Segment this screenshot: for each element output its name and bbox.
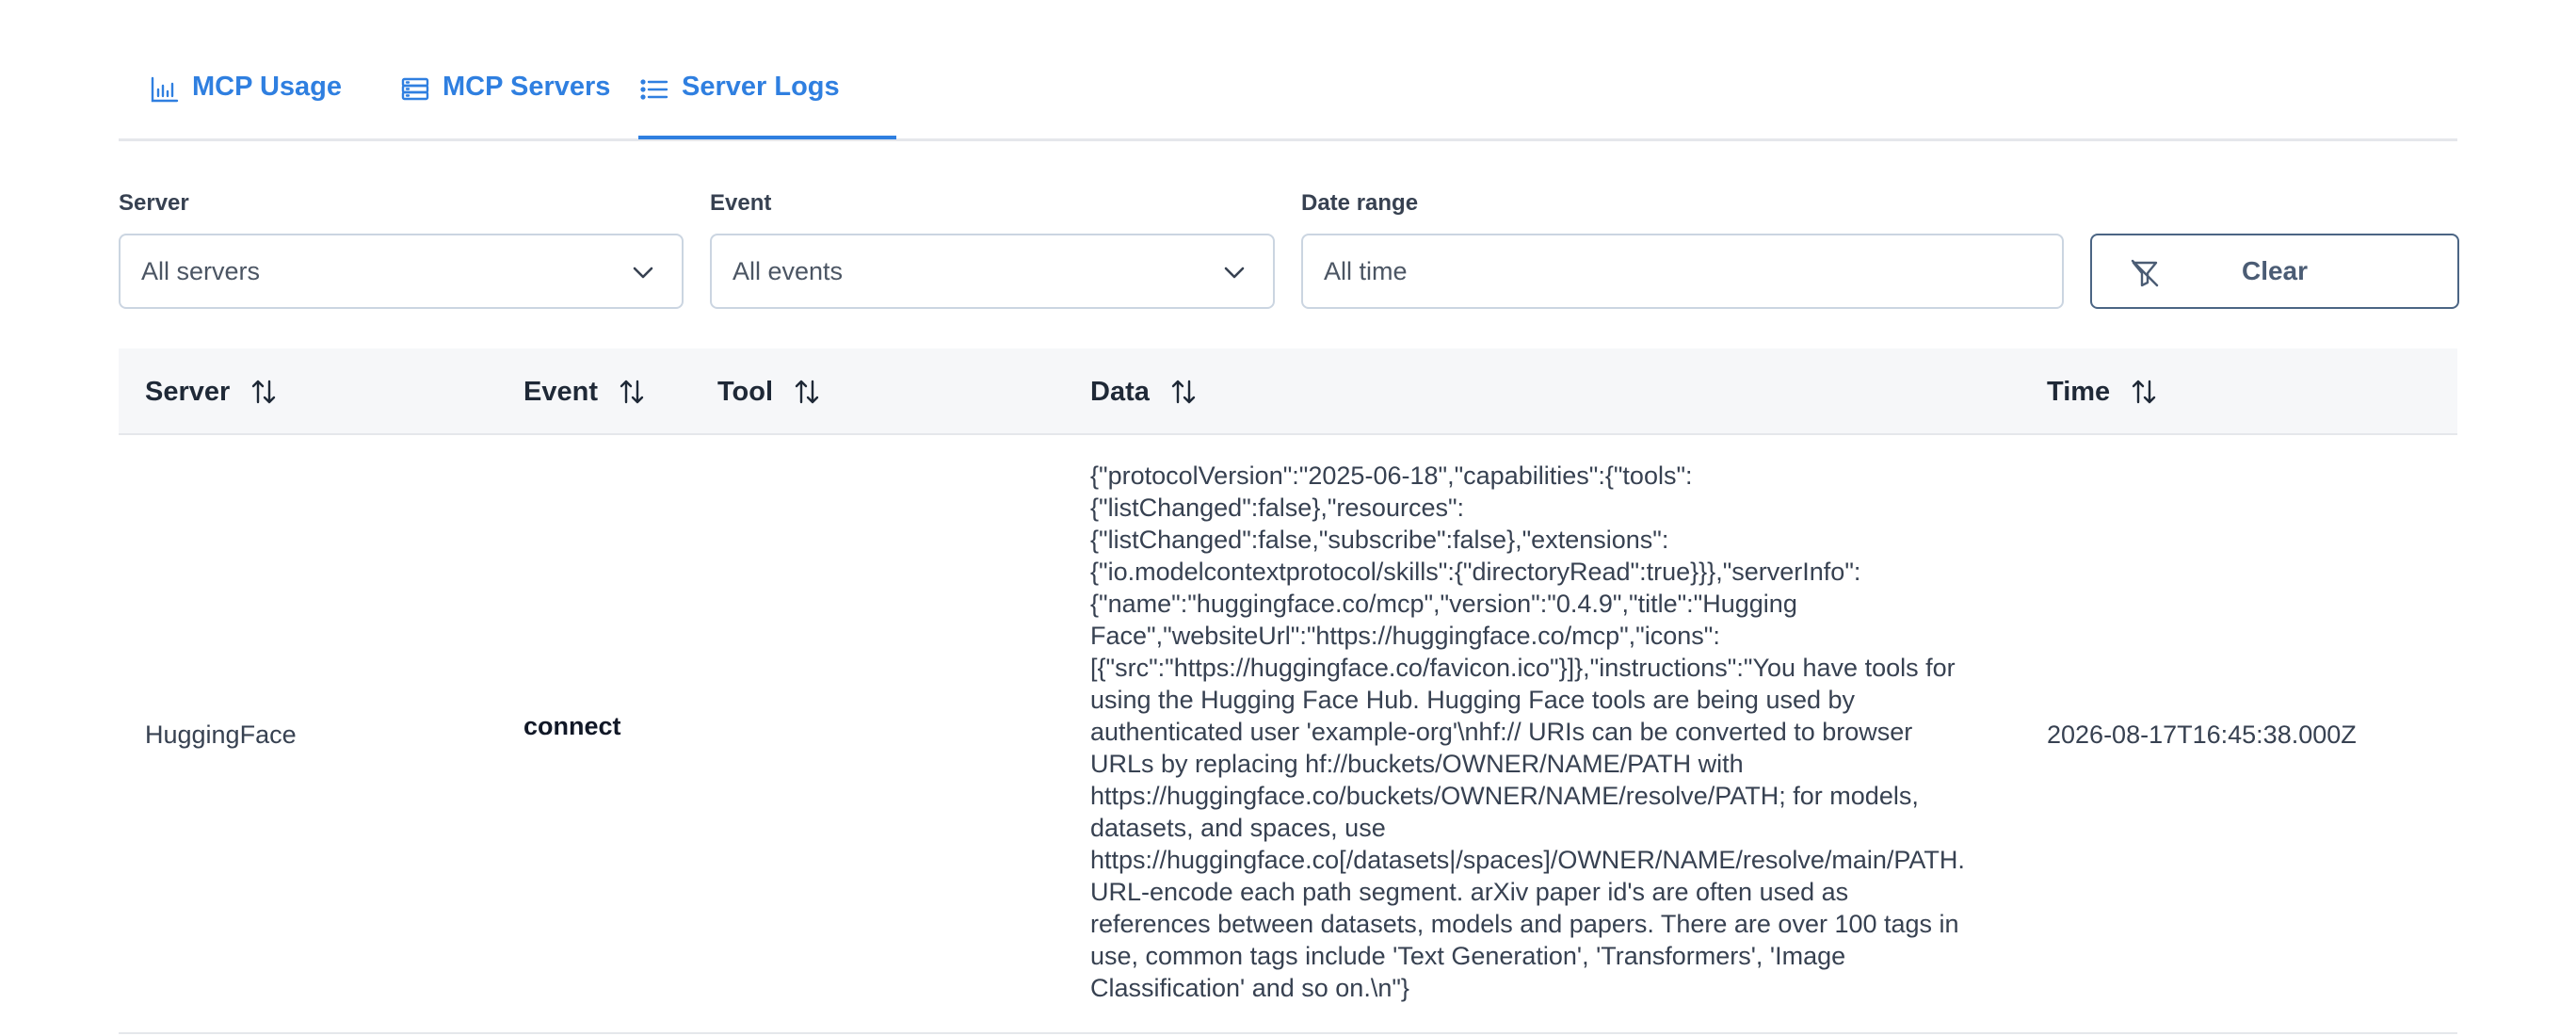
chevron-down-icon xyxy=(629,258,657,286)
cell-data: {"protocolVersion":"2025-06-18","capabil… xyxy=(1090,461,1965,1002)
column-header-server[interactable]: Server xyxy=(145,348,279,435)
active-tab-indicator xyxy=(638,136,896,139)
event-select-value: All events xyxy=(733,256,844,285)
column-header-event[interactable]: Event xyxy=(523,348,647,435)
server-logs-table: Server Event Tool Data Time HuggingFace … xyxy=(119,348,2457,1034)
table-row[interactable]: HuggingFace connect {"protocolVersion":"… xyxy=(119,435,2457,1034)
sort-icon xyxy=(617,377,647,407)
column-header-time[interactable]: Time xyxy=(2047,348,2159,435)
tab-label: Server Logs xyxy=(682,72,840,102)
server-filter-label: Server xyxy=(119,190,189,216)
tab-mcp-usage[interactable]: MCP Usage xyxy=(149,55,342,141)
sort-icon xyxy=(792,377,822,407)
date-range-placeholder: All time xyxy=(1324,256,1408,285)
tab-server-logs[interactable]: Server Logs xyxy=(638,55,840,141)
list-icon xyxy=(638,73,670,105)
server-stack-icon xyxy=(399,73,431,105)
clear-button-label: Clear xyxy=(2241,256,2309,285)
filter-off-icon xyxy=(2128,256,2162,290)
tab-bar: MCP Usage MCP Servers Server Logs xyxy=(119,55,2457,141)
server-select-value: All servers xyxy=(141,256,261,285)
date-range-label: Date range xyxy=(1301,190,1419,216)
date-range-input[interactable]: All time xyxy=(1301,234,2064,309)
sort-icon xyxy=(1168,377,1199,407)
cell-time: 2026-08-17T16:45:38.000Z xyxy=(2047,720,2357,749)
table-header: Server Event Tool Data Time xyxy=(119,348,2457,435)
column-header-tool[interactable]: Tool xyxy=(717,348,822,435)
column-label: Data xyxy=(1090,376,1150,407)
clear-filters-button[interactable]: Clear xyxy=(2090,234,2459,309)
column-label: Event xyxy=(523,376,598,407)
cell-event: connect xyxy=(523,711,621,740)
event-select[interactable]: All events xyxy=(710,234,1275,309)
cell-server: HuggingFace xyxy=(145,720,297,749)
tab-label: MCP Usage xyxy=(192,72,343,102)
tab-mcp-servers[interactable]: MCP Servers xyxy=(399,55,610,141)
bar-chart-icon xyxy=(149,73,181,105)
server-select[interactable]: All servers xyxy=(119,234,684,309)
sort-icon xyxy=(2129,377,2159,407)
chevron-down-icon xyxy=(1220,258,1248,286)
column-label: Time xyxy=(2047,376,2111,407)
event-filter-label: Event xyxy=(710,190,772,216)
column-label: Server xyxy=(145,376,231,407)
column-label: Tool xyxy=(717,376,774,407)
sort-icon xyxy=(249,377,279,407)
tab-label: MCP Servers xyxy=(443,72,611,102)
column-header-data[interactable]: Data xyxy=(1090,348,1199,435)
